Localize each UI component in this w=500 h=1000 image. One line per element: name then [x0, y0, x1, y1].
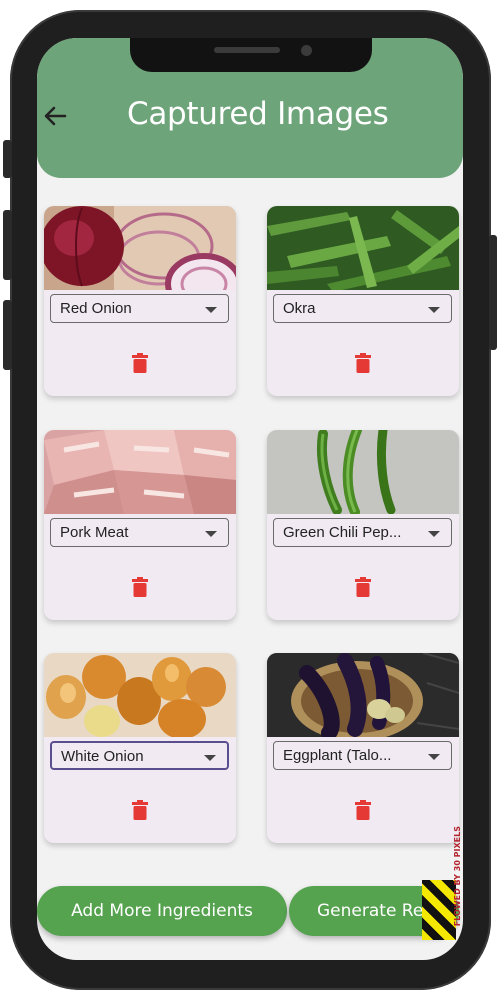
dropdown-value: Okra: [283, 300, 316, 317]
page-title: Captured Images: [127, 96, 389, 132]
chevron-down-icon: [428, 531, 440, 537]
ingredient-card: Eggplant (Talo...: [267, 653, 459, 843]
app-screen: Captured Images Red Onion Okra Pork Meat…: [37, 38, 463, 960]
ingredient-card: White Onion: [44, 653, 236, 843]
overflow-warning-label: FLOWED BY 30 PIXELS: [453, 826, 462, 927]
ingredient-dropdown[interactable]: Eggplant (Talo...: [273, 741, 452, 770]
dropdown-value: Green Chili Pep...: [283, 524, 402, 541]
dropdown-value: Pork Meat: [60, 524, 129, 541]
trash-icon[interactable]: [132, 353, 148, 373]
trash-icon[interactable]: [132, 577, 148, 597]
dropdown-value: Red Onion: [60, 300, 132, 317]
phone-side-button: [3, 300, 12, 370]
dropdown-value: White Onion: [61, 748, 144, 765]
pork-meat-photo: [44, 430, 236, 514]
ingredient-dropdown[interactable]: Green Chili Pep...: [273, 518, 452, 547]
okra-photo: [267, 206, 459, 290]
trash-icon[interactable]: [132, 800, 148, 820]
ingredient-dropdown[interactable]: Okra: [273, 294, 452, 323]
phone-camera: [301, 45, 312, 56]
chevron-down-icon: [205, 531, 217, 537]
ingredient-card: Red Onion: [44, 206, 236, 396]
ingredient-card: Okra: [267, 206, 459, 396]
add-more-ingredients-button[interactable]: Add More Ingredients: [37, 886, 287, 936]
trash-icon[interactable]: [355, 800, 371, 820]
chevron-down-icon: [204, 755, 216, 761]
red-onion-photo: [44, 206, 236, 290]
ingredient-dropdown[interactable]: Pork Meat: [50, 518, 229, 547]
phone-side-button: [3, 140, 12, 178]
chevron-down-icon: [205, 307, 217, 313]
eggplant-photo: [267, 653, 459, 737]
ingredient-dropdown[interactable]: White Onion: [50, 741, 229, 770]
arrow-left-icon: [44, 106, 67, 126]
phone-side-button: [489, 235, 497, 350]
green-chili-photo: [267, 430, 459, 514]
phone-notch: [130, 38, 372, 72]
phone-side-button: [3, 210, 12, 280]
chevron-down-icon: [428, 754, 440, 760]
white-onion-photo: [44, 653, 236, 737]
ingredient-card: Green Chili Pep...: [267, 430, 459, 620]
dropdown-value: Eggplant (Talo...: [283, 747, 392, 764]
trash-icon[interactable]: [355, 577, 371, 597]
trash-icon[interactable]: [355, 353, 371, 373]
phone-speaker: [214, 47, 280, 53]
ingredient-dropdown[interactable]: Red Onion: [50, 294, 229, 323]
back-button[interactable]: [41, 104, 69, 128]
overflow-warning-stripes: [422, 880, 456, 940]
ingredient-card: Pork Meat: [44, 430, 236, 620]
chevron-down-icon: [428, 307, 440, 313]
